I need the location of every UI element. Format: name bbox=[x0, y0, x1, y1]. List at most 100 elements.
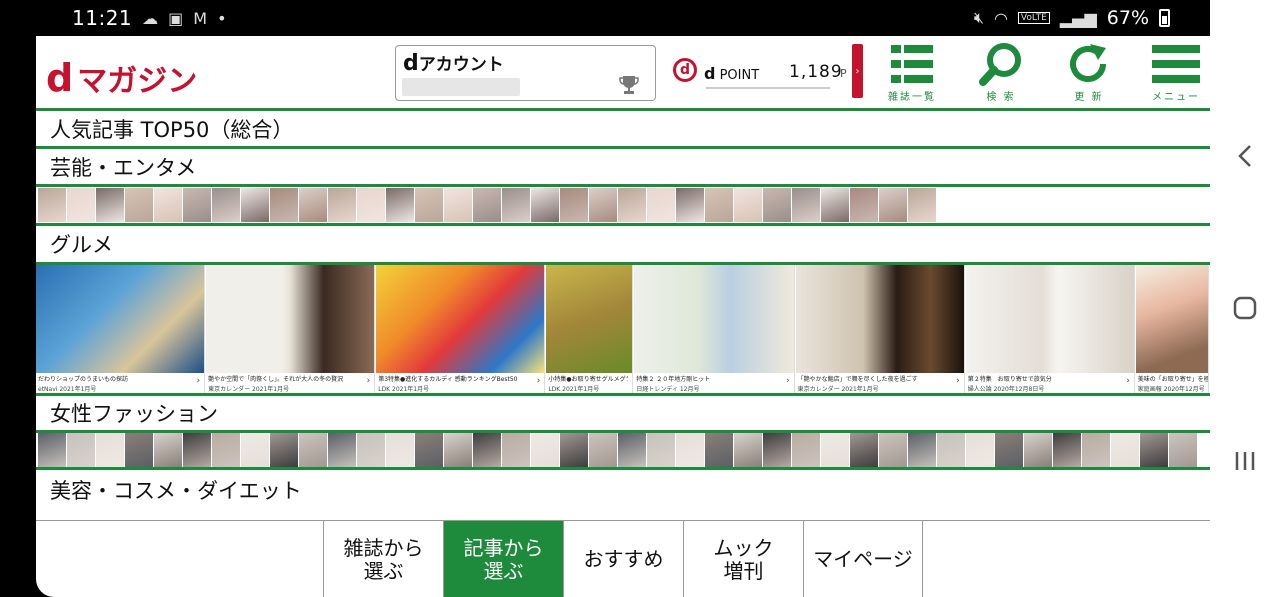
magazine-thumbnail[interactable] bbox=[850, 433, 878, 467]
magazine-thumbnail[interactable] bbox=[908, 188, 936, 222]
magazine-thumbnail[interactable] bbox=[183, 433, 211, 467]
magazine-thumbnail[interactable] bbox=[1082, 433, 1110, 467]
magazine-thumbnail[interactable] bbox=[1111, 433, 1139, 467]
magazine-thumbnail[interactable] bbox=[1053, 433, 1081, 467]
magazine-thumbnail[interactable] bbox=[212, 433, 240, 467]
magazine-thumbnail[interactable] bbox=[966, 433, 994, 467]
magazine-thumbnail[interactable] bbox=[676, 188, 704, 222]
tab-recommended[interactable]: おすすめ bbox=[563, 521, 683, 597]
home-icon[interactable] bbox=[1227, 290, 1263, 326]
magazine-thumbnail[interactable] bbox=[444, 433, 472, 467]
magazine-thumbnail[interactable] bbox=[38, 433, 66, 467]
magazine-thumbnail[interactable] bbox=[531, 433, 559, 467]
magazine-thumbnail[interactable] bbox=[1169, 433, 1197, 467]
magazine-thumbnail[interactable] bbox=[705, 433, 733, 467]
magazine-thumbnail[interactable] bbox=[183, 188, 211, 222]
magazine-thumbnail[interactable] bbox=[502, 188, 530, 222]
tab-by-article[interactable]: 記事から 選ぶ bbox=[443, 521, 563, 597]
magazine-thumbnail[interactable] bbox=[67, 433, 95, 467]
tab-by-magazine[interactable]: 雑誌から 選ぶ bbox=[323, 521, 443, 597]
magazine-thumbnail[interactable] bbox=[328, 188, 356, 222]
tab-mypage[interactable]: マイページ bbox=[803, 521, 923, 597]
d-point-display[interactable]: d d POINT 1,189 P › bbox=[673, 44, 863, 98]
magazine-thumbnail[interactable] bbox=[995, 433, 1023, 467]
magazine-thumbnail[interactable] bbox=[270, 433, 298, 467]
magazine-thumbnail[interactable] bbox=[705, 188, 733, 222]
magazine-thumbnail[interactable] bbox=[299, 433, 327, 467]
gourmet-card[interactable]: 第２特集 お取り寄せで旅気分 婦人公論 2020年12月8日号 › bbox=[965, 265, 1135, 393]
section-top50[interactable]: 人気記事 TOP50（総合） bbox=[36, 111, 1210, 149]
entertainment-thumb-strip[interactable] bbox=[36, 187, 1210, 226]
magazine-list-button[interactable]: 雑誌一覧 bbox=[876, 42, 948, 108]
fashion-thumb-strip[interactable] bbox=[36, 433, 1210, 470]
magazine-thumbnail[interactable] bbox=[734, 188, 762, 222]
magazine-thumbnail[interactable] bbox=[792, 433, 820, 467]
dpoint-arrow-icon[interactable]: › bbox=[852, 44, 863, 98]
magazine-thumbnail[interactable] bbox=[241, 188, 269, 222]
magazine-thumbnail[interactable] bbox=[879, 433, 907, 467]
magazine-thumbnail[interactable] bbox=[908, 433, 936, 467]
menu-button[interactable]: メニュー bbox=[1140, 42, 1210, 108]
magazine-thumbnail[interactable] bbox=[154, 188, 182, 222]
magazine-thumbnail[interactable] bbox=[589, 188, 617, 222]
magazine-thumbnail[interactable] bbox=[444, 188, 472, 222]
magazine-thumbnail[interactable] bbox=[589, 433, 617, 467]
magazine-thumbnail[interactable] bbox=[763, 188, 791, 222]
gourmet-card[interactable]: 第3特集●進化するカルディ 感動ランキングBest50 LDK 2021年1月号… bbox=[376, 265, 546, 393]
back-icon[interactable] bbox=[1227, 138, 1263, 174]
magazine-thumbnail[interactable] bbox=[821, 433, 849, 467]
section-gourmet[interactable]: グルメ bbox=[36, 226, 1210, 265]
magazine-thumbnail[interactable] bbox=[241, 433, 269, 467]
gourmet-card[interactable]: 小特集●お取り寄せグルメグランプリ LDK 2021年1月号 bbox=[546, 265, 634, 393]
gourmet-card[interactable]: 特集２ ２０年地方剛ヒット 日経トレンディ 12月号 › bbox=[634, 265, 795, 393]
magazine-thumbnail[interactable] bbox=[879, 188, 907, 222]
section-fashion[interactable]: 女性ファッション bbox=[36, 396, 1210, 433]
gourmet-card[interactable]: 「艶やかな鮨店」で舞を尽くした夜を過ごす 東京カレンダー 2021年1月号 › bbox=[795, 265, 965, 393]
magazine-thumbnail[interactable] bbox=[502, 433, 530, 467]
magazine-thumbnail[interactable] bbox=[560, 188, 588, 222]
magazine-thumbnail[interactable] bbox=[473, 188, 501, 222]
section-entertainment[interactable]: 芸能・エンタメ bbox=[36, 149, 1210, 187]
magazine-thumbnail[interactable] bbox=[212, 188, 240, 222]
magazine-thumbnail[interactable] bbox=[96, 188, 124, 222]
magazine-thumbnail[interactable] bbox=[125, 433, 153, 467]
magazine-thumbnail[interactable] bbox=[125, 188, 153, 222]
gourmet-card[interactable]: 美味の「お取り寄せ」を極める 家庭画報 2020年12月号 bbox=[1135, 265, 1209, 393]
search-button[interactable]: 検 索 bbox=[965, 42, 1037, 108]
magazine-thumbnail[interactable] bbox=[386, 188, 414, 222]
dmagazine-logo[interactable]: d マガジン bbox=[46, 56, 197, 100]
magazine-thumbnail[interactable] bbox=[531, 188, 559, 222]
magazine-thumbnail[interactable] bbox=[763, 433, 791, 467]
magazine-thumbnail[interactable] bbox=[357, 188, 385, 222]
magazine-thumbnail[interactable] bbox=[415, 433, 443, 467]
magazine-thumbnail[interactable] bbox=[560, 433, 588, 467]
refresh-button[interactable]: 更 新 bbox=[1053, 42, 1125, 108]
magazine-thumbnail[interactable] bbox=[937, 433, 965, 467]
magazine-thumbnail[interactable] bbox=[1140, 433, 1168, 467]
magazine-thumbnail[interactable] bbox=[734, 433, 762, 467]
magazine-thumbnail[interactable] bbox=[618, 433, 646, 467]
magazine-thumbnail[interactable] bbox=[676, 433, 704, 467]
magazine-thumbnail[interactable] bbox=[415, 188, 443, 222]
tab-mook[interactable]: ムック 増刊 bbox=[683, 521, 803, 597]
magazine-thumbnail[interactable] bbox=[154, 433, 182, 467]
gourmet-card[interactable]: 艶やか空間で「肉祭くし」。それが大人の冬の贅沢 東京カレンダー 2021年1月号… bbox=[206, 265, 376, 393]
d-account-box[interactable]: dアカウント bbox=[395, 45, 656, 101]
magazine-thumbnail[interactable] bbox=[96, 433, 124, 467]
gourmet-card[interactable]: だわりショップのうまいもの探訪 etNavi 2021年1月号 › bbox=[36, 265, 206, 393]
magazine-thumbnail[interactable] bbox=[386, 433, 414, 467]
magazine-thumbnail[interactable] bbox=[821, 188, 849, 222]
magazine-thumbnail[interactable] bbox=[618, 188, 646, 222]
magazine-thumbnail[interactable] bbox=[357, 433, 385, 467]
magazine-thumbnail[interactable] bbox=[792, 188, 820, 222]
magazine-thumbnail[interactable] bbox=[473, 433, 501, 467]
magazine-thumbnail[interactable] bbox=[299, 188, 327, 222]
recents-icon[interactable] bbox=[1227, 443, 1263, 479]
magazine-thumbnail[interactable] bbox=[1024, 433, 1052, 467]
magazine-thumbnail[interactable] bbox=[647, 433, 675, 467]
magazine-thumbnail[interactable] bbox=[38, 188, 66, 222]
section-beauty[interactable]: 美容・コスメ・ダイエット bbox=[36, 470, 1210, 510]
magazine-thumbnail[interactable] bbox=[67, 188, 95, 222]
magazine-thumbnail[interactable] bbox=[647, 188, 675, 222]
magazine-thumbnail[interactable] bbox=[850, 188, 878, 222]
